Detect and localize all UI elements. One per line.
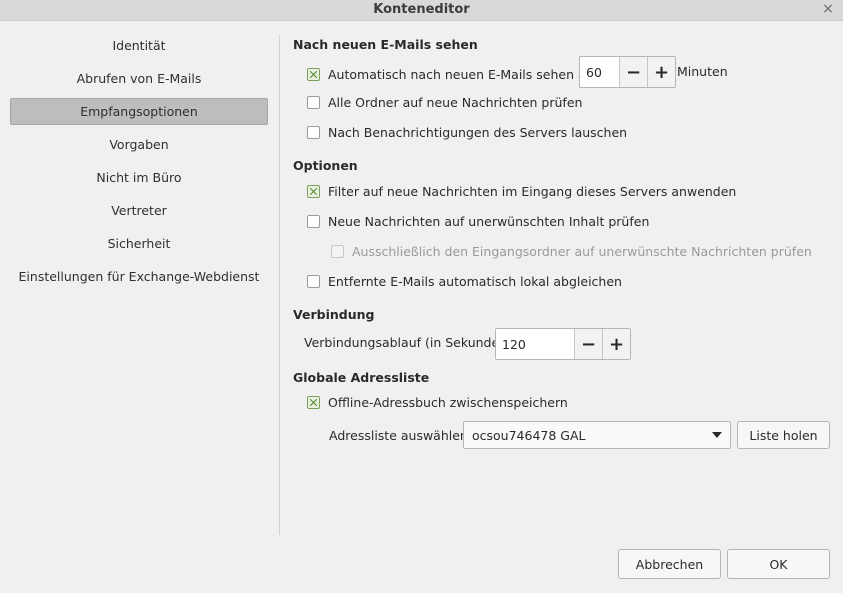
sync-remote-label: Entfernte E-Mails automatisch lokal abgl… xyxy=(328,273,622,289)
all-folders-label: Alle Ordner auf neue Nachrichten prüfen xyxy=(328,94,583,110)
auto-check-label: Automatisch nach neuen E-Mails sehen all… xyxy=(328,66,601,82)
junk-check-row: Neue Nachrichten auf unerwünschten Inhal… xyxy=(307,209,649,233)
timeout-label: Verbindungsablauf (in Sekunden) xyxy=(304,335,512,350)
titlebar: Konteneditor × xyxy=(0,0,843,21)
address-list-select[interactable]: ocsou746478 GAL xyxy=(463,421,731,449)
section-title-connection: Verbindung xyxy=(293,307,375,322)
cancel-button[interactable]: Abbrechen xyxy=(618,549,721,579)
junk-inbox-only-label: Ausschließlich den Eingangsordner auf un… xyxy=(352,243,812,259)
section-title-options: Optionen xyxy=(293,158,358,173)
timeout-stepper: 120 − + xyxy=(495,328,631,360)
server-notify-checkbox[interactable] xyxy=(307,125,320,139)
cache-offline-row: Offline-Adressbuch zwischenspeichern xyxy=(307,390,568,414)
address-list-value: ocsou746478 GAL xyxy=(472,427,586,443)
cache-offline-checkbox[interactable] xyxy=(307,395,320,409)
account-editor-window: Konteneditor × Identität Abrufen von E-M… xyxy=(0,0,843,593)
interval-plus-button[interactable]: + xyxy=(647,57,675,87)
close-icon[interactable]: × xyxy=(821,0,835,18)
auto-check-row: Automatisch nach neuen E-Mails sehen all… xyxy=(307,59,600,89)
junk-inbox-only-checkbox xyxy=(331,244,344,258)
sidebar-item-fetch-mail[interactable]: Abrufen von E-Mails xyxy=(10,65,268,92)
junk-check-checkbox[interactable] xyxy=(307,214,320,228)
interval-input[interactable]: 60 xyxy=(580,57,620,87)
timeout-minus-button[interactable]: − xyxy=(575,329,602,359)
cache-offline-label: Offline-Adressbuch zwischenspeichern xyxy=(328,394,568,410)
all-folders-checkbox[interactable] xyxy=(307,95,320,109)
plus-icon: + xyxy=(608,333,625,355)
interval-unit: Minuten xyxy=(677,64,728,79)
filter-inbox-row: Filter auf neue Nachrichten im Eingang d… xyxy=(307,179,736,203)
sidebar-item-delegates[interactable]: Vertreter xyxy=(10,197,268,224)
sidebar-item-ews-settings[interactable]: Einstellungen für Exchange-Webdienst xyxy=(10,263,268,290)
section-title-new-mail: Nach neuen E-Mails sehen xyxy=(293,37,478,52)
minus-icon: − xyxy=(625,61,642,83)
section-title-gal: Globale Adressliste xyxy=(293,370,430,385)
auto-check-checkbox[interactable] xyxy=(307,67,320,81)
junk-check-label: Neue Nachrichten auf unerwünschten Inhal… xyxy=(328,213,650,229)
sync-remote-checkbox[interactable] xyxy=(307,274,320,288)
timeout-input[interactable]: 120 xyxy=(496,329,575,359)
server-notify-row: Nach Benachrichtigungen des Servers laus… xyxy=(307,120,627,144)
sidebar-item-security[interactable]: Sicherheit xyxy=(10,230,268,257)
window-title: Konteneditor xyxy=(373,2,470,17)
address-list-label: Adressliste auswählen: xyxy=(329,428,473,443)
server-notify-label: Nach Benachrichtigungen des Servers laus… xyxy=(328,124,628,140)
junk-inbox-only-row: Ausschließlich den Eingangsordner auf un… xyxy=(331,239,812,263)
chevron-down-icon xyxy=(712,432,722,438)
sidebar-item-out-of-office[interactable]: Nicht im Büro xyxy=(10,164,268,191)
minus-icon: − xyxy=(580,333,597,355)
filter-inbox-checkbox[interactable] xyxy=(307,184,320,198)
ok-button[interactable]: OK xyxy=(727,549,830,579)
sync-remote-row: Entfernte E-Mails automatisch lokal abgl… xyxy=(307,269,622,293)
interval-stepper: 60 − + xyxy=(579,56,676,88)
sidebar-item-identity[interactable]: Identität xyxy=(10,32,268,59)
pane-divider[interactable] xyxy=(279,35,280,535)
sidebar-item-defaults[interactable]: Vorgaben xyxy=(10,131,268,158)
sidebar-item-receiving-options[interactable]: Empfangsoptionen xyxy=(10,98,268,125)
all-folders-row: Alle Ordner auf neue Nachrichten prüfen xyxy=(307,90,582,114)
plus-icon: + xyxy=(653,61,670,83)
filter-inbox-label: Filter auf neue Nachrichten im Eingang d… xyxy=(328,183,737,199)
sidebar: Identität Abrufen von E-Mails Empfangsop… xyxy=(10,32,268,296)
interval-minus-button[interactable]: − xyxy=(620,57,647,87)
timeout-plus-button[interactable]: + xyxy=(602,329,630,359)
fetch-list-button[interactable]: Liste holen xyxy=(737,421,830,449)
